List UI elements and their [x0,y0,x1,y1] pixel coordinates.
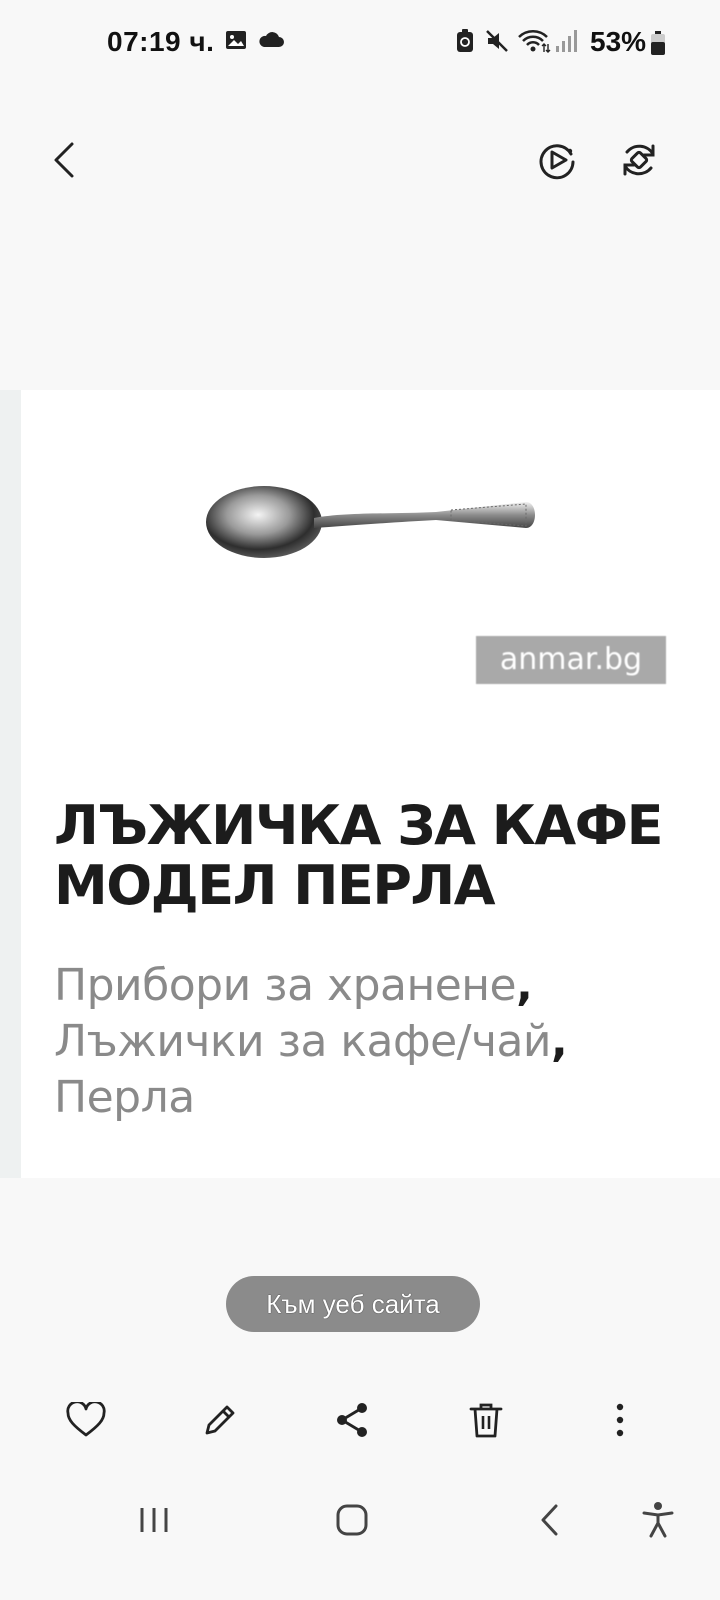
nav-home-button[interactable] [322,1490,382,1550]
category-item: Лъжички за кафе/чай [54,1016,552,1067]
accessibility-icon [642,1502,674,1538]
product-title: ЛЪЖИЧКА ЗА КАФЕ МОДЕЛ ПЕРЛА [54,796,694,916]
product-title-line2: МОДЕЛ ПЕРЛА [54,854,496,917]
delete-icon [469,1403,503,1438]
back-icon [54,142,74,178]
edit-button[interactable] [188,1388,252,1452]
rotate-button[interactable] [607,128,671,192]
status-time: 07:19 ч. [107,26,215,57]
motion-photo-icon [539,144,575,180]
delete-button[interactable] [454,1388,518,1452]
product-categories: Прибори за хранене, Лъжички за кафе/чай,… [54,958,694,1126]
mute-icon [484,28,510,59]
favorite-button[interactable] [54,1388,118,1452]
category-item: Перла [54,1072,195,1123]
favorite-icon [66,1402,106,1437]
share-button[interactable] [320,1388,384,1452]
battery-icon [650,30,666,61]
edit-icon [205,1405,235,1435]
more-icon [616,1403,624,1437]
spoon-image [196,476,541,571]
watermark: anmar.bg [476,636,666,684]
product-title-line1: ЛЪЖИЧКА ЗА КАФЕ [54,794,664,857]
recents-icon [140,1508,168,1532]
category-separator: , [551,1016,568,1067]
battery-percent: 53% [590,26,647,57]
cloud-icon [257,28,285,57]
more-options-button[interactable] [588,1388,652,1452]
signal-icon [554,28,580,59]
nav-accessibility-button[interactable] [628,1490,688,1550]
nav-recents-button[interactable] [124,1490,184,1550]
gallery-icon [224,28,248,57]
category-separator: , [516,960,533,1011]
motion-photo-button[interactable] [525,128,589,192]
home-icon [336,1504,368,1536]
photo-edge [0,390,21,1178]
back-icon [541,1504,558,1536]
back-button[interactable] [32,128,96,192]
go-to-website-button[interactable]: Към уеб сайта [226,1276,480,1332]
category-item: Прибори за хранене [54,960,517,1011]
nav-back-button[interactable] [520,1490,580,1550]
rotate-icon [623,144,655,176]
battery-saver-icon [454,28,476,59]
status-bar: 07:19 ч. 53% [0,0,720,86]
share-icon [337,1403,367,1437]
wifi-icon [517,28,551,59]
